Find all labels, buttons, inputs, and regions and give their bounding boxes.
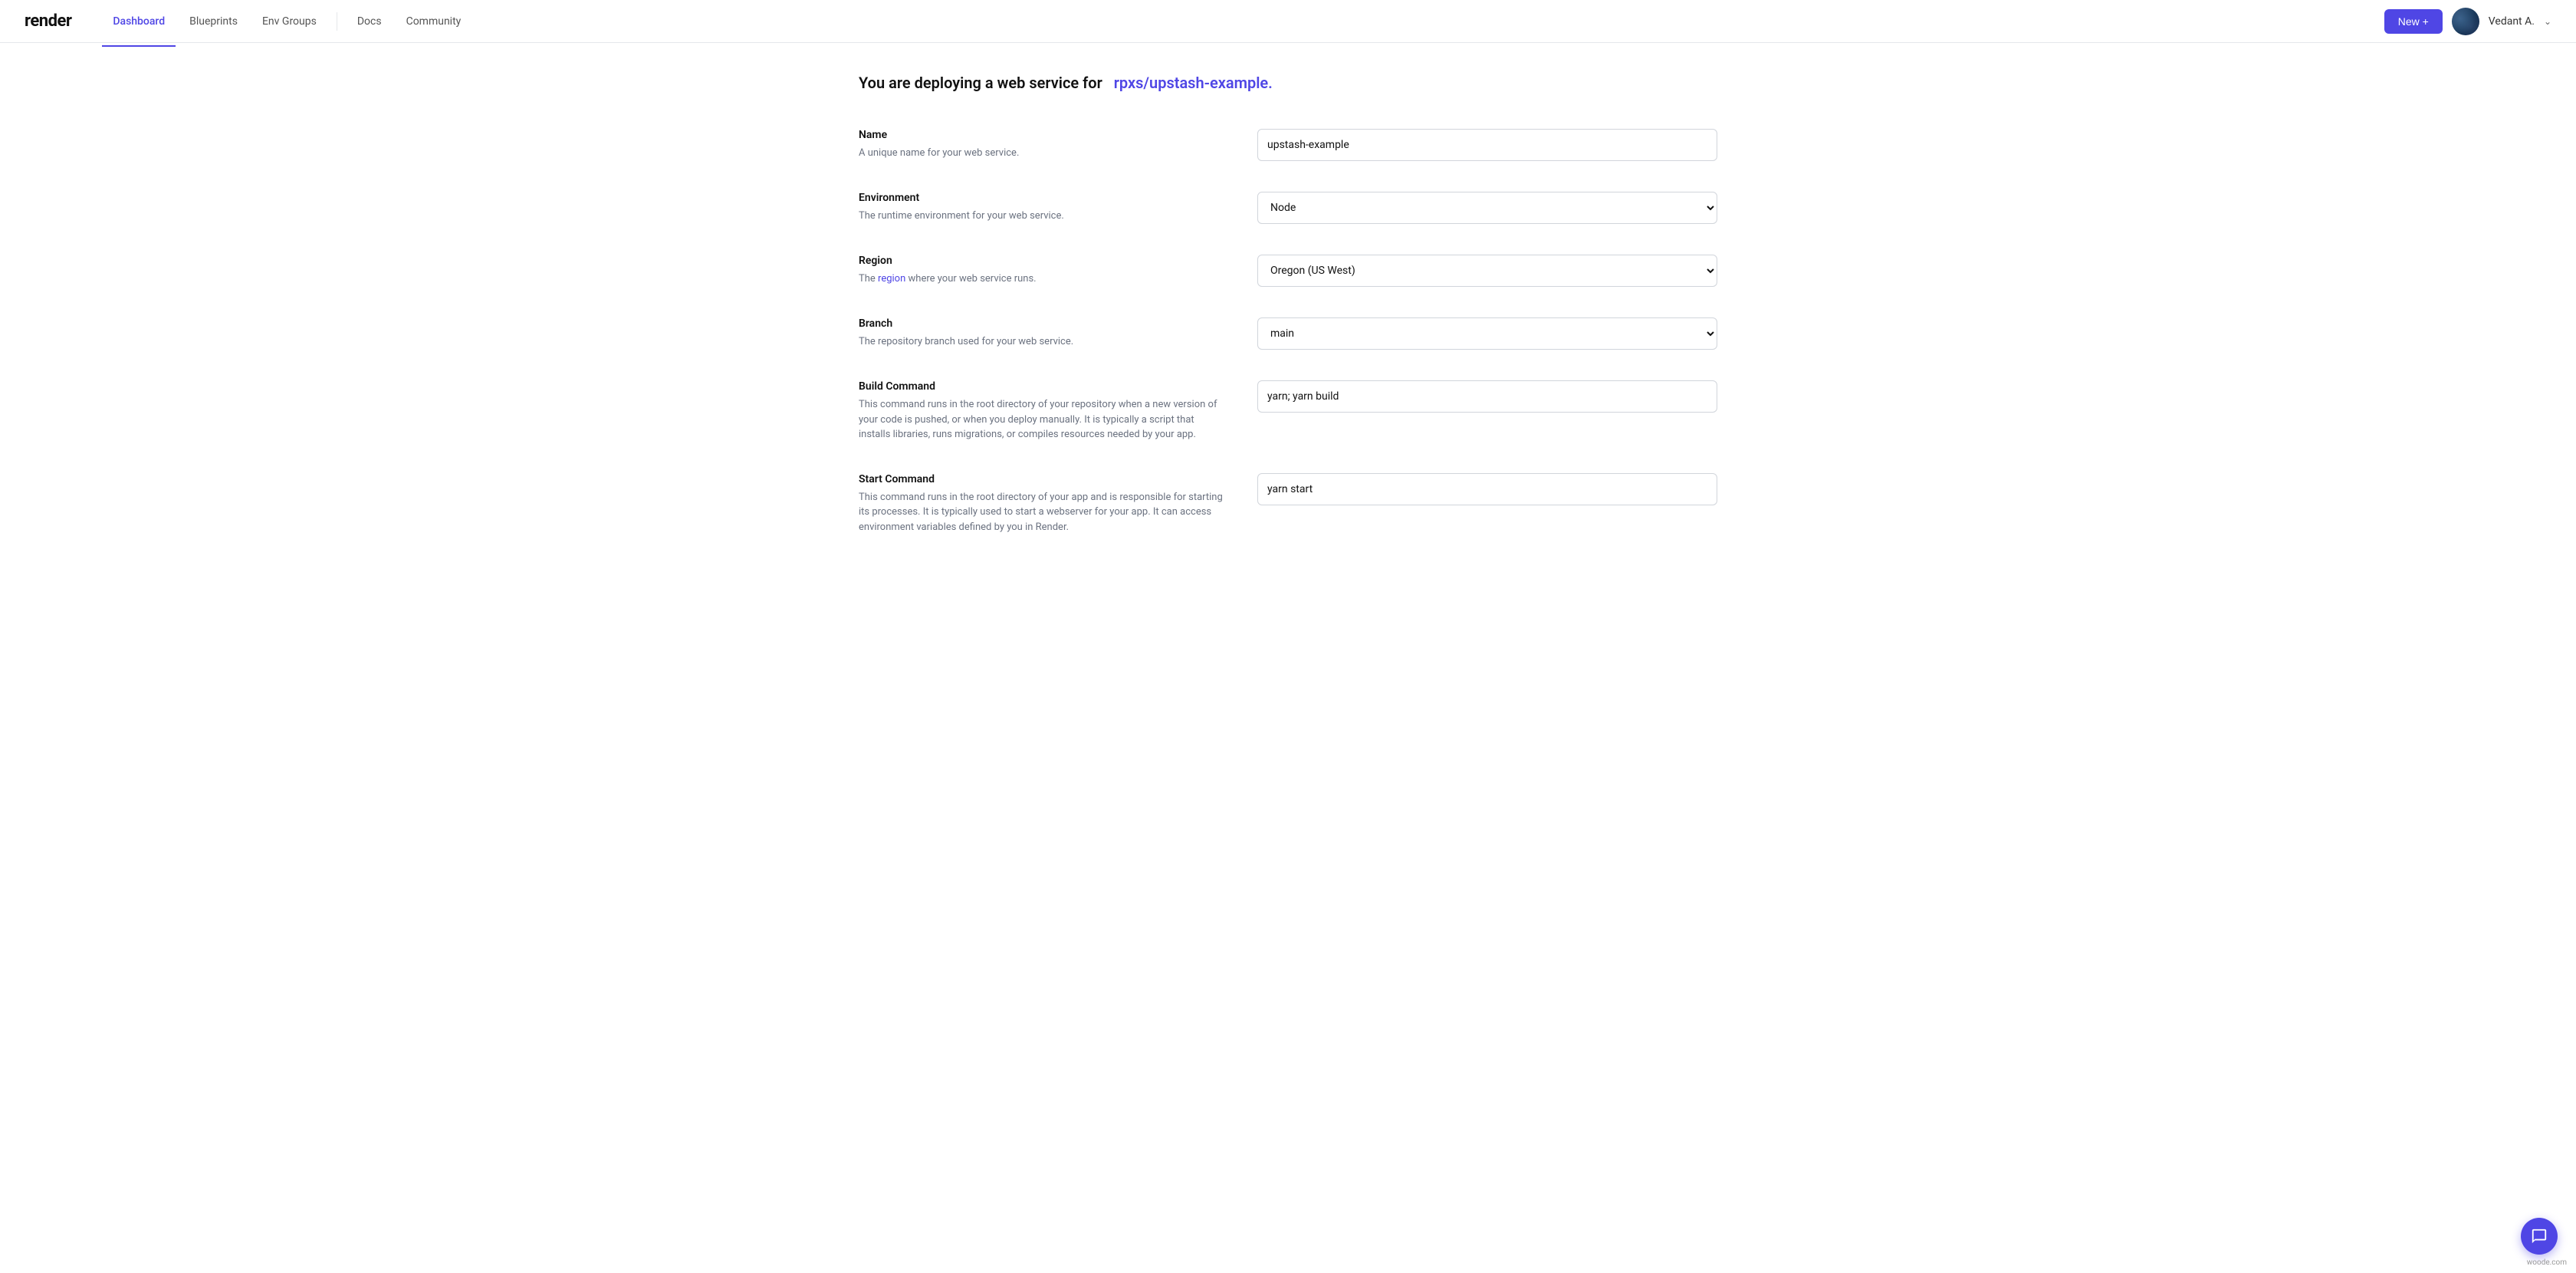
footer-label: woode.com [2527,1258,2567,1267]
region-input-col: Oregon (US West) Ohio (US East) Frankfur… [1257,255,1717,287]
user-menu-chevron[interactable]: ⌄ [2544,16,2551,27]
navbar: render Dashboard Blueprints Env Groups D… [0,0,2576,43]
chat-widget[interactable] [2521,1218,2558,1255]
nav-blueprints[interactable]: Blueprints [179,9,248,34]
region-label-col: Region The region where your web service… [859,255,1227,287]
form-row-branch: Branch The repository branch used for yo… [859,317,1717,350]
start-command-field-label: Start Command [859,473,1227,485]
build-command-input-col [1257,380,1717,413]
region-desc-suffix: where your web service runs. [909,273,1037,285]
name-field-desc: A unique name for your web service. [859,146,1227,161]
form-row-region: Region The region where your web service… [859,255,1717,287]
branch-select[interactable]: main master develop staging [1257,317,1717,350]
environment-label-col: Environment The runtime environment for … [859,192,1227,224]
region-field-label: Region [859,255,1227,267]
environment-field-desc: The runtime environment for your web ser… [859,209,1227,224]
chat-icon [2531,1228,2548,1245]
name-label-col: Name A unique name for your web service. [859,129,1227,161]
region-field-desc: The region where your web service runs. [859,271,1227,287]
form-row-build-command: Build Command This command runs in the r… [859,380,1717,442]
repo-name: rpxs/upstash-example. [1114,74,1273,92]
build-command-field-label: Build Command [859,380,1227,393]
environment-field-label: Environment [859,192,1227,204]
main-content: You are deploying a web service for rpxs… [828,43,1748,627]
navbar-right: New + Vedant A. ⌄ [2384,8,2551,35]
page-title-prefix: You are deploying a web service for [859,74,1102,92]
region-desc-link[interactable]: region [878,273,905,285]
nav-docs[interactable]: Docs [347,9,393,34]
form-row-name: Name A unique name for your web service. [859,129,1717,161]
region-select[interactable]: Oregon (US West) Ohio (US East) Frankfur… [1257,255,1717,287]
name-field-label: Name [859,129,1227,141]
form-row-environment: Environment The runtime environment for … [859,192,1717,224]
start-command-input-col [1257,473,1717,505]
new-button[interactable]: New + [2384,9,2443,34]
start-command-input[interactable] [1257,473,1717,505]
build-command-label-col: Build Command This command runs in the r… [859,380,1227,442]
nav-links: Dashboard Blueprints Env Groups Docs Com… [102,9,2384,34]
nav-env-groups[interactable]: Env Groups [251,9,327,34]
build-command-input[interactable] [1257,380,1717,413]
form-row-start-command: Start Command This command runs in the r… [859,473,1717,535]
branch-input-col: main master develop staging [1257,317,1717,350]
environment-select[interactable]: Node Python Ruby Go Rust Elixir Docker [1257,192,1717,224]
name-input-col [1257,129,1717,161]
user-name-label: Vedant A. [2489,15,2535,28]
name-input[interactable] [1257,129,1717,161]
nav-dashboard[interactable]: Dashboard [102,9,176,34]
branch-field-label: Branch [859,317,1227,330]
avatar [2452,8,2479,35]
region-desc-prefix: The [859,273,876,285]
build-command-field-desc: This command runs in the root directory … [859,397,1227,442]
environment-input-col: Node Python Ruby Go Rust Elixir Docker [1257,192,1717,224]
branch-label-col: Branch The repository branch used for yo… [859,317,1227,350]
brand-logo[interactable]: render [25,12,71,31]
page-title: You are deploying a web service for rpxs… [859,74,1717,92]
start-command-label-col: Start Command This command runs in the r… [859,473,1227,535]
branch-field-desc: The repository branch used for your web … [859,334,1227,350]
start-command-field-desc: This command runs in the root directory … [859,490,1227,535]
nav-community[interactable]: Community [396,9,472,34]
